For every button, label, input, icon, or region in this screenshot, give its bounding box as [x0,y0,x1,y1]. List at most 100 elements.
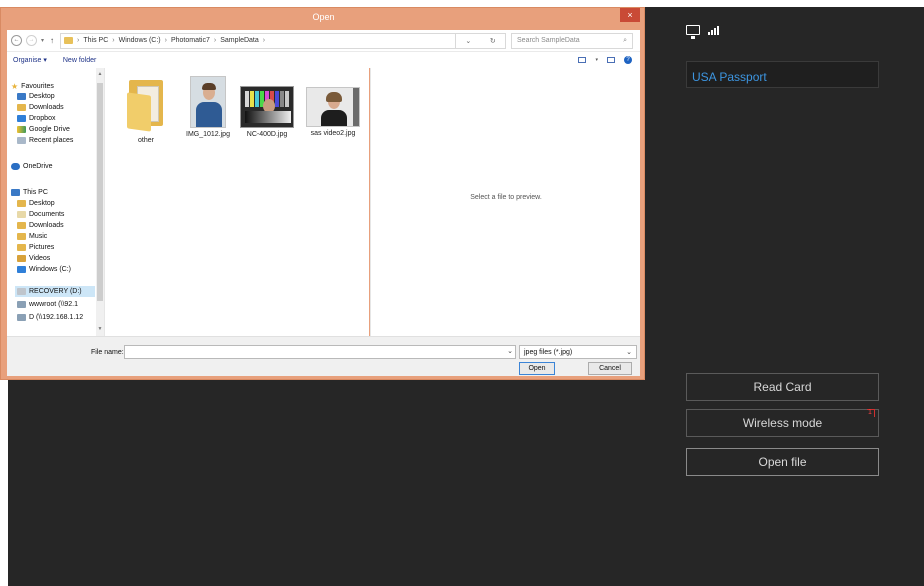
scroll-up-icon[interactable]: ▲ [97,71,103,77]
recent-locations-icon[interactable]: ▾ [41,37,44,44]
breadcrumb-item[interactable]: This PC [83,37,108,44]
scroll-down-icon[interactable]: ▼ [97,326,103,332]
file-name-input[interactable]: ⌄ [124,345,516,359]
nav-onedrive[interactable]: OneDrive [11,163,53,170]
open-file-button[interactable]: Open file [686,448,879,476]
cloud-icon [11,163,20,170]
downloads-icon [17,104,26,111]
google-drive-icon [17,126,26,133]
breadcrumb-item[interactable]: Windows (C:) [119,37,161,44]
nav-item-dropbox[interactable]: Dropbox [17,115,55,122]
file-name-area: File name: ⌄ jpeg files (*.jpg) ⌄ Open C… [7,336,640,376]
file-name: other [138,137,154,144]
nav-item-windows-c[interactable]: Windows (C:) [17,266,71,273]
search-icon: ⌕ [623,36,628,44]
nav-scrollbar-thumb[interactable] [97,83,103,301]
nav-item-network-d[interactable]: D (\\192.168.1.12 [17,314,83,321]
desktop-icon [17,93,26,100]
image-thumbnail [190,76,226,128]
documents-icon [17,211,26,218]
file-type-select[interactable]: jpeg files (*.jpg) ⌄ [519,345,637,359]
status-icons [686,25,719,39]
folder-icon [17,200,26,207]
cancel-button[interactable]: Cancel [588,362,632,375]
monitor-icon [686,25,700,39]
file-item-image[interactable]: IMG_1012.jpg [178,76,238,138]
breadcrumb-item[interactable]: SampleData [220,37,259,44]
change-view-icon[interactable] [578,57,587,63]
star-icon: ★ [11,82,19,91]
preview-message: Select a file to preview. [470,194,542,201]
refresh-icon[interactable]: ↻ [490,37,496,45]
open-dialog: Open × ← → ▾ ↑ › This PC › Windows (C:) … [0,7,645,380]
dialog-toolbar: Organise ▾ New folder ▾ ? [7,52,640,68]
forward-arrow-icon[interactable]: → [26,35,37,46]
file-item-image[interactable]: sas video2.jpg [303,87,363,137]
image-thumbnail [306,87,360,127]
nav-item-wwwroot[interactable]: wwwroot (\\92.1 [17,301,78,308]
image-thumbnail [240,86,294,128]
preview-pane: Select a file to preview. [370,68,640,336]
nav-item-recent-places[interactable]: Recent places [17,137,73,144]
wireless-mode-button[interactable]: Wireless mode 1 [686,409,879,437]
address-dropdown-icon[interactable]: ⌄ [465,37,471,45]
computer-icon [11,189,20,196]
nav-this-pc[interactable]: This PC [11,189,48,196]
nav-item-videos[interactable]: Videos [17,255,50,262]
new-folder-button[interactable]: New folder [63,57,96,64]
search-placeholder: Search SampleData [517,37,580,44]
recent-places-icon [17,137,26,144]
address-row: ← → ▾ ↑ › This PC › Windows (C:) › Photo… [7,30,640,52]
nav-item-music[interactable]: Music [17,233,47,240]
preview-pane-icon[interactable] [607,57,615,63]
file-list: other IMG_1012.jpg NC-400D.jpg sas video… [104,68,369,336]
back-arrow-icon[interactable]: ← [11,35,22,46]
signal-icon [708,25,719,35]
nav-item-desktop[interactable]: Desktop [17,93,55,100]
read-card-button[interactable]: Read Card [686,373,879,401]
file-name: IMG_1012.jpg [186,131,230,138]
videos-icon [17,255,26,262]
breadcrumb[interactable]: › This PC › Windows (C:) › Photomatic7 ›… [60,32,457,49]
file-item-folder[interactable]: other [116,76,176,144]
nav-item-recovery-d[interactable]: RECOVERY (D:) [17,288,82,295]
search-input[interactable]: Search SampleData ⌕ [511,32,634,49]
wireless-badge-count: 1 [868,409,872,416]
close-icon[interactable]: × [620,8,640,22]
nav-favourites[interactable]: ★ Favourites [11,82,54,91]
nav-item-google-drive[interactable]: Google Drive [17,126,70,133]
drive-icon [17,288,26,295]
file-name-label: File name: [91,349,124,356]
nav-item-downloads[interactable]: Downloads [17,104,64,111]
nav-item-pictures[interactable]: Pictures [17,244,54,251]
document-type-field[interactable]: USA Passport [686,61,879,88]
folder-icon [64,37,74,44]
drive-icon [17,266,26,273]
file-name: sas video2.jpg [310,130,356,137]
view-dropdown-icon[interactable]: ▾ [595,57,598,63]
nav-item-documents[interactable]: Documents [17,211,64,218]
up-arrow-icon[interactable]: ↑ [50,36,54,45]
chevron-down-icon: ⌄ [626,349,632,356]
dialog-title: Open [312,12,335,22]
file-item-image[interactable]: NC-400D.jpg [237,86,297,138]
navigation-pane: ★ Favourites Desktop Downloads Dropbox G… [7,68,104,336]
folder-icon [125,76,167,132]
nav-item-pc-downloads[interactable]: Downloads [17,222,64,229]
chevron-down-icon[interactable]: ⌄ [507,347,513,355]
network-drive-icon [17,301,26,308]
dropbox-icon [17,115,26,122]
breadcrumb-item[interactable]: Photomatic7 [171,37,210,44]
wireless-badge: 1 [867,409,875,417]
nav-item-pc-desktop[interactable]: Desktop [17,200,55,207]
music-icon [17,233,26,240]
pictures-icon [17,244,26,251]
help-icon[interactable]: ? [624,56,632,64]
downloads-icon [17,222,26,229]
file-name: NC-400D.jpg [246,131,288,138]
file-type-value: jpeg files (*.jpg) [524,349,573,356]
open-button[interactable]: Open [519,362,555,375]
wireless-mode-label: Wireless mode [742,416,823,430]
address-controls: ⌄ ↻ [456,32,507,49]
organise-menu[interactable]: Organise ▾ [13,56,47,64]
